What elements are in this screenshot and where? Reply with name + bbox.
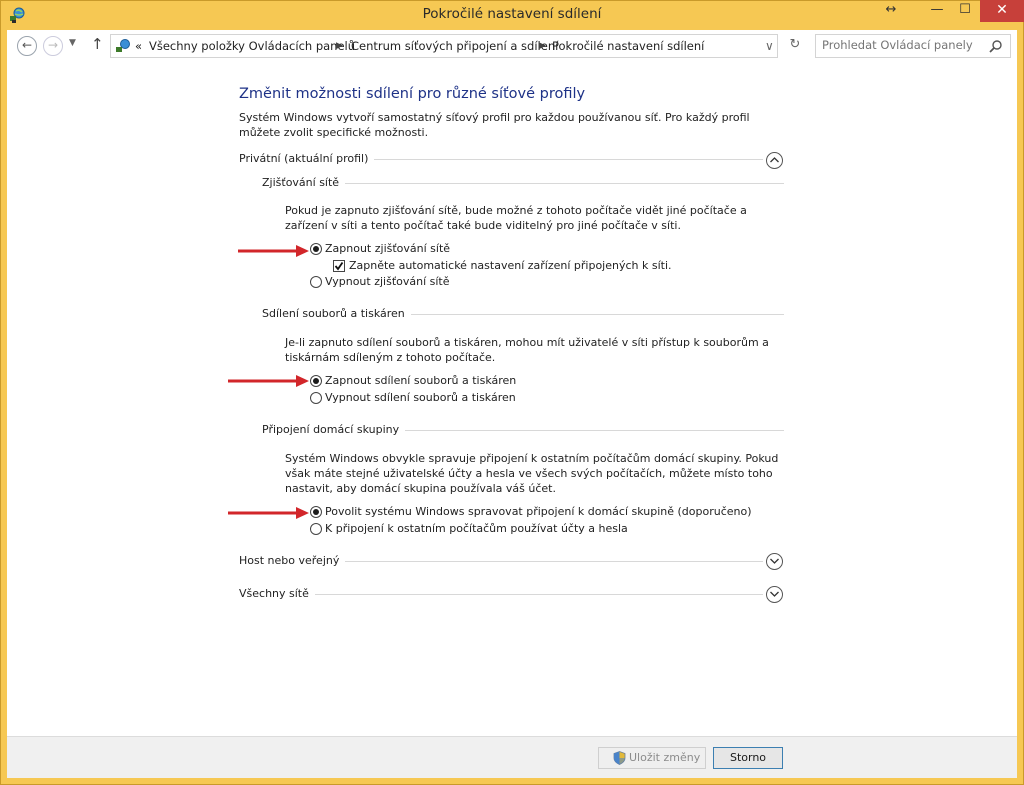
divider [337, 183, 784, 184]
content-pane: Změnit možnosti sdílení pro různé síťové… [7, 62, 1017, 736]
breadcrumb-separator-icon[interactable]: ▶ [336, 41, 343, 51]
title-bar: Pokročilé nastavení sdílení ↔ — ☐ ✕ [0, 0, 1024, 30]
breadcrumb-overflow-icon[interactable]: « [135, 39, 142, 53]
sharing-heading: Sdílení souborů a tiskáren [262, 307, 411, 320]
profile-all-label[interactable]: Všechny sítě [239, 587, 315, 600]
page-title: Změnit možnosti sdílení pro různé síťové… [239, 86, 586, 102]
sharing-on-label[interactable]: Zapnout sdílení souborů a tiskáren [325, 374, 516, 387]
profile-guest-label[interactable]: Host nebo veřejný [239, 554, 346, 567]
cancel-button[interactable]: Storno [713, 747, 783, 769]
annotation-arrow-icon [238, 245, 309, 257]
annotation-arrow-icon [228, 375, 309, 387]
breadcrumb-all-items[interactable]: Všechny položky Ovládacích panelů [149, 39, 355, 53]
resize-icon[interactable]: ↔ [876, 0, 906, 22]
discovery-on-radio[interactable] [310, 243, 322, 255]
homegroup-description: Systém Windows obvykle spravuje připojen… [285, 452, 779, 495]
search-box[interactable] [815, 34, 1011, 58]
back-button[interactable]: ← [17, 36, 37, 56]
sharing-off-radio[interactable] [310, 392, 322, 404]
homegroup-accounts-radio[interactable] [310, 523, 322, 535]
homegroup-accounts-label[interactable]: K připojení k ostatním počítačům používa… [325, 522, 628, 535]
discovery-description: Pokud je zapnuto zjišťování sítě, bude m… [285, 204, 747, 232]
refresh-button[interactable]: ↻ [785, 34, 805, 58]
breadcrumb-network-center[interactable]: Centrum síťových připojení a sdílení [351, 39, 558, 53]
discovery-off-radio[interactable] [310, 276, 322, 288]
homegroup-heading: Připojení domácí skupiny [262, 423, 406, 436]
divider [357, 159, 763, 160]
recent-locations-icon[interactable]: ▼ [69, 38, 76, 48]
save-button[interactable]: Uložit změny [598, 747, 706, 769]
sharing-off-label[interactable]: Vypnout sdílení souborů a tiskáren [325, 391, 516, 404]
up-button[interactable]: ↑ [91, 35, 104, 53]
button-bar: Uložit změny Storno [7, 736, 1017, 778]
profile-private-label[interactable]: Privátní (aktuální profil) [239, 152, 375, 165]
homegroup-allow-radio[interactable] [310, 506, 322, 518]
divider [392, 314, 784, 315]
address-dropdown-icon[interactable]: ∨ [765, 39, 774, 53]
search-icon[interactable] [988, 39, 1004, 55]
close-button[interactable]: ✕ [980, 0, 1024, 22]
maximize-button[interactable]: ☐ [952, 0, 978, 22]
forward-button[interactable]: → [43, 36, 63, 56]
auto-setup-label[interactable]: Zapněte automatické nastavení zařízení p… [349, 259, 672, 272]
auto-setup-checkbox[interactable] [333, 260, 345, 272]
sharing-description: Je-li zapnuto sdílení souborů a tiskáren… [285, 336, 769, 364]
intro-text: Systém Windows vytvoří samostatný síťový… [239, 111, 750, 139]
divider [337, 561, 763, 562]
minimize-button[interactable]: — [922, 0, 952, 22]
discovery-on-label[interactable]: Zapnout zjišťování sítě [325, 242, 450, 255]
sharing-on-radio[interactable] [310, 375, 322, 387]
collapse-private-icon[interactable] [766, 152, 783, 169]
control-panel-icon [116, 39, 130, 52]
discovery-heading: Zjišťování sítě [262, 176, 346, 189]
save-button-label: Uložit změny [629, 751, 701, 764]
annotation-arrow-icon [228, 507, 309, 519]
divider [307, 594, 763, 595]
homegroup-allow-label[interactable]: Povolit systému Windows spravovat připoj… [325, 505, 752, 518]
divider [392, 430, 784, 431]
discovery-off-label[interactable]: Vypnout zjišťování sítě [325, 275, 450, 288]
window-title: Pokročilé nastavení sdílení [422, 6, 602, 22]
address-bar[interactable]: « Všechny položky Ovládacích panelů ▶ Ce… [110, 34, 778, 58]
breadcrumb-separator-icon[interactable]: ▶ [539, 41, 546, 51]
shield-icon [613, 751, 626, 765]
expand-guest-icon[interactable] [766, 553, 783, 570]
search-input[interactable] [822, 38, 982, 52]
navigation-bar: ← → ▼ ↑ « Všechny položky Ovládacích pan… [7, 30, 1017, 62]
expand-all-icon[interactable] [766, 586, 783, 603]
breadcrumb-advanced-sharing[interactable]: Pokročilé nastavení sdílení [552, 39, 704, 53]
